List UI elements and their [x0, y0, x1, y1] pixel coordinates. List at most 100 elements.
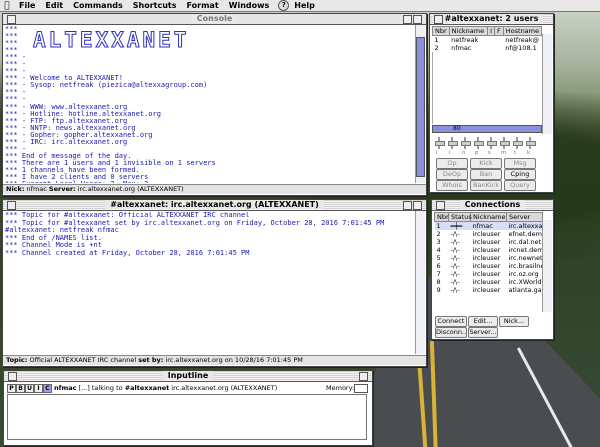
col-server[interactable]: Server — [506, 212, 543, 222]
memory-meter — [354, 384, 368, 393]
channel-titlebar[interactable]: #altexxanet: irc.altexxanet.org (ALTEXXA… — [3, 200, 426, 211]
connection-status: -/\- — [450, 230, 460, 238]
col-hostname[interactable]: Hostname — [502, 26, 543, 36]
mode-slider[interactable] — [448, 137, 458, 149]
connection-nick: ircleuser — [472, 230, 501, 238]
connection-nbr: 1 — [436, 222, 441, 230]
menu-file[interactable]: File — [14, 1, 40, 10]
col-nbr[interactable]: Nbr — [434, 212, 449, 222]
nick-button[interactable]: Nick... — [499, 316, 529, 327]
connection-status: -/\- — [450, 254, 460, 262]
message-input[interactable] — [7, 394, 367, 440]
zoom-box-icon[interactable] — [403, 201, 412, 210]
format-plain-button[interactable]: P — [7, 384, 16, 393]
console-titlebar[interactable]: Console — [3, 14, 426, 25]
format-color-button[interactable]: C — [43, 384, 52, 393]
console-line: *** - Sysop: netfreak (piezica@altexxagr… — [5, 81, 208, 90]
deop-button[interactable]: DeOp — [436, 169, 468, 180]
col-nickname[interactable]: Nickname — [448, 26, 489, 36]
connection-nbr: 2 — [436, 230, 441, 238]
menu-commands[interactable]: Commands — [68, 1, 128, 10]
table-row[interactable]: 1 netfreak netfreak@ — [433, 36, 542, 44]
table-row[interactable]: 3 -/\- ircleuser irc.dal.net — [435, 238, 543, 246]
col-i[interactable]: I — [487, 26, 496, 36]
apple-menu-icon[interactable]:  — [0, 1, 14, 11]
mode-slider[interactable] — [461, 137, 471, 149]
table-row[interactable]: 4 -/\- ircleuser ircnet.demon — [435, 246, 543, 254]
format-underline-button[interactable]: U — [25, 384, 34, 393]
mode-slider[interactable] — [526, 137, 536, 149]
console-scroll-thumb[interactable] — [416, 37, 425, 177]
connection-server: irc.newnet.ne — [508, 254, 543, 262]
console-line: *** - IRC: irc.altexxanet.org — [5, 137, 128, 146]
disconnect-button[interactable]: Disconn.. — [435, 327, 467, 338]
mode-slider[interactable] — [500, 137, 510, 149]
col-nickname[interactable]: Nickname — [470, 212, 507, 222]
close-box-icon[interactable] — [7, 15, 16, 24]
table-row[interactable]: 5 -/\- ircleuser irc.newnet.ne — [435, 254, 543, 262]
col-nbr[interactable]: Nbr — [432, 26, 450, 36]
mode-slider[interactable] — [487, 137, 497, 149]
close-box-icon[interactable] — [436, 201, 445, 210]
table-row[interactable]: 6 -/\- ircleuser irc.brasilnet — [435, 262, 543, 270]
table-row[interactable]: 7 -/\- ircleuser irc.oz.org — [435, 270, 543, 278]
col-f[interactable]: F — [494, 26, 504, 36]
menu-windows[interactable]: Windows — [224, 1, 275, 10]
menu-edit[interactable]: Edit — [40, 1, 68, 10]
console-line: *** — [5, 46, 18, 55]
collapse-box-icon[interactable] — [413, 15, 422, 24]
users-scrollbar[interactable] — [542, 34, 552, 134]
users-table: Nbr Nickname I F Hostname 1 netfreak net… — [432, 26, 543, 52]
connection-nbr: 7 — [436, 270, 441, 278]
query-button[interactable]: Query — [504, 180, 536, 191]
status-server-label: Server: — [48, 185, 76, 193]
col-status[interactable]: Status — [448, 212, 472, 222]
server-button[interactable]: Server... — [468, 327, 498, 338]
table-row[interactable]: 9 -/\- ircleuser atlanta.ga.us. — [435, 286, 543, 294]
console-scrollbar[interactable] — [415, 25, 425, 183]
inputline-titlebar[interactable]: Inputline — [4, 371, 372, 382]
mode-slider[interactable] — [513, 137, 523, 149]
msg-button[interactable]: Msg — [504, 158, 536, 169]
users-meter-label: 80 — [453, 125, 461, 132]
help-icon[interactable]: ? — [278, 0, 290, 11]
menu-shortcuts[interactable]: Shortcuts — [128, 1, 182, 10]
kick-button[interactable]: Kick — [470, 158, 502, 169]
format-italic-button[interactable]: I — [34, 384, 43, 393]
table-row[interactable]: 1 ═╪═ nfmac irc.altexxan — [434, 221, 543, 230]
table-row[interactable]: 2 -/\- ircleuser efnet.demon.c — [435, 230, 543, 238]
menu-format[interactable]: Format — [182, 1, 224, 10]
whois-button[interactable]: Whois — [436, 180, 468, 191]
connection-nbr: 8 — [436, 278, 441, 286]
edit-button[interactable]: Edit... — [468, 316, 498, 327]
table-row[interactable]: 8 -/\- ircleuser irc.XWorld.O — [435, 278, 543, 286]
zoom-box-icon[interactable] — [403, 15, 412, 24]
connection-status: -/\- — [450, 246, 460, 254]
mode-slider[interactable] — [474, 137, 484, 149]
connection-nick: ircleuser — [472, 246, 501, 254]
connections-titlebar[interactable]: Connections — [432, 200, 553, 211]
close-box-icon[interactable] — [8, 372, 17, 381]
op-button[interactable]: Op — [436, 158, 468, 169]
mode-label: n — [462, 150, 466, 156]
connect-button[interactable]: Connect — [435, 316, 467, 327]
collapse-box-icon[interactable] — [359, 372, 368, 381]
mode-label: i — [449, 150, 451, 156]
table-row[interactable]: 2 nfmac nf@108.1 — [433, 44, 542, 52]
bankick-button[interactable]: BanKick — [470, 180, 502, 191]
close-box-icon[interactable] — [434, 15, 443, 24]
cping-button[interactable]: Cping — [504, 169, 536, 180]
inputline-window: Inputline P B U I C nfmac [...] talking … — [3, 370, 373, 446]
connection-nbr: 4 — [436, 246, 441, 254]
connections-scrollbar[interactable] — [542, 220, 552, 312]
format-bold-button[interactable]: B — [16, 384, 25, 393]
connection-nick: ircleuser — [472, 238, 501, 246]
channel-scrollbar[interactable] — [415, 211, 425, 354]
connection-nick: ircleuser — [472, 254, 501, 262]
mode-slider[interactable] — [435, 137, 445, 149]
ban-button[interactable]: Ban — [470, 169, 502, 180]
close-box-icon[interactable] — [7, 201, 16, 210]
collapse-box-icon[interactable] — [413, 201, 422, 210]
users-titlebar[interactable]: #altexxanet: 2 users — [430, 14, 553, 25]
menu-help[interactable]: Help — [289, 1, 320, 10]
